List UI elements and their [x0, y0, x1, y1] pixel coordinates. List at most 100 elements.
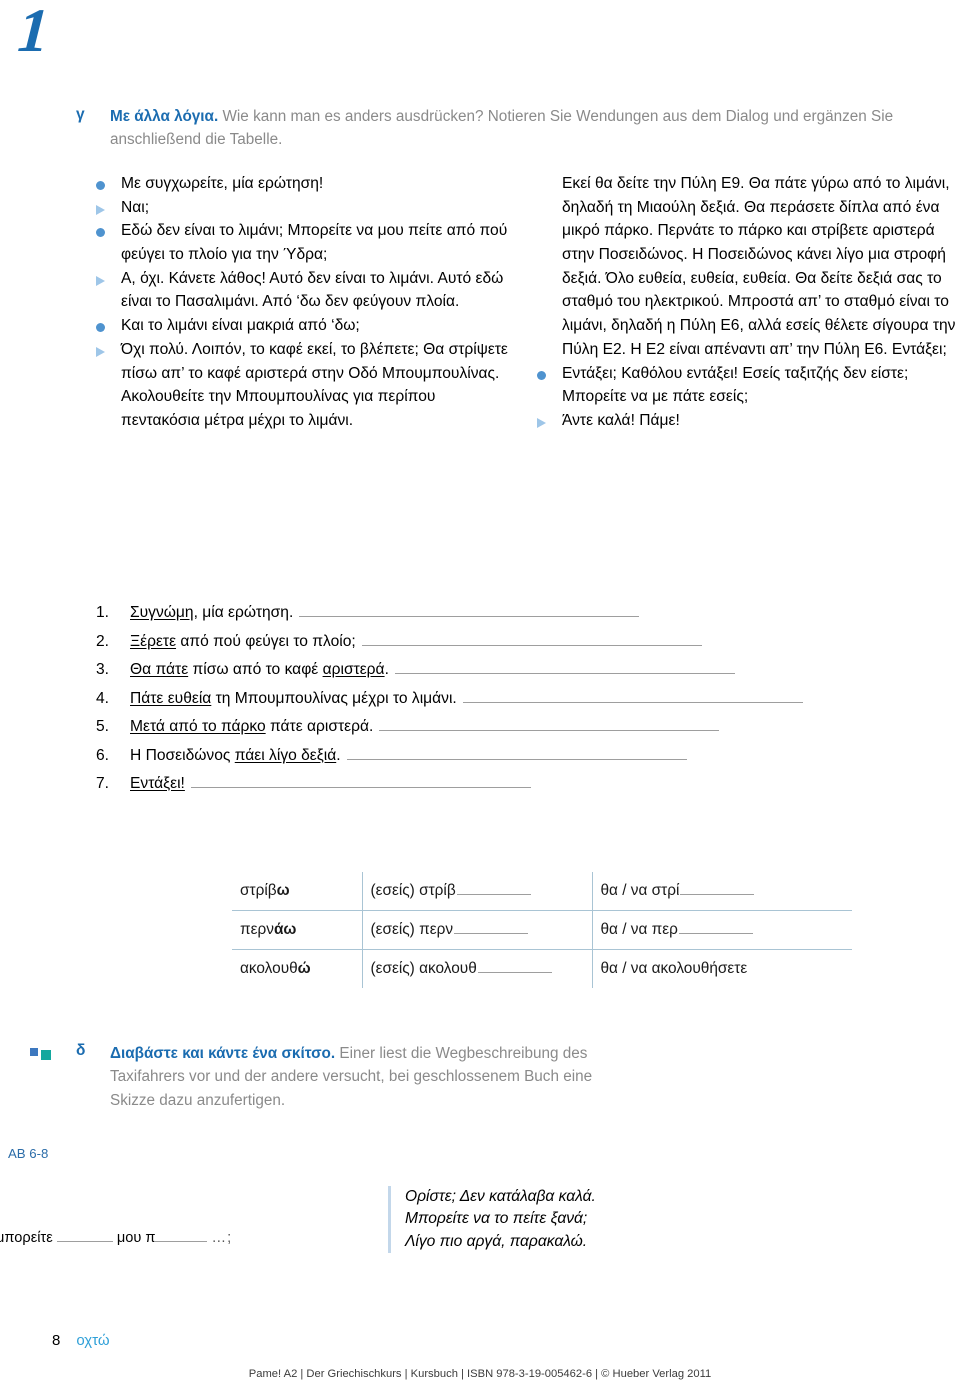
present-blank[interactable]: [456, 884, 531, 895]
answer-sentence: Εντάξει!: [130, 775, 185, 793]
dialogue-turn: Και το λιμάνι είναι μακριά από ‘δω;: [96, 314, 515, 338]
dialogue-turn-text: Α, όχι. Κάνετε λάθος! Αυτό δεν είναι το …: [121, 269, 504, 311]
answer-underlined: Εντάξει!: [130, 775, 185, 792]
future-blank[interactable]: [678, 923, 753, 934]
verb-present-cell: (εσείς) ακολουθ: [362, 949, 593, 988]
present-blank[interactable]: [477, 962, 552, 973]
answer-underlined: Θα πάτε: [130, 661, 189, 678]
bullet-triangle-icon: [96, 196, 121, 215]
answer-rest: τη Μπουμπουλίνας μέχρι το λιμάνι.: [211, 689, 457, 707]
answer-rest: από πού φεύγει το πλοίο;: [176, 632, 356, 650]
dialogue-turn-text: Εδώ δεν είναι το λιμάνι; Μπορείτε να μου…: [121, 222, 508, 264]
bullet-dot-icon: [96, 172, 121, 190]
answer-sentence: Η Ποσειδώνος πάει λίγο δεξιά.: [130, 747, 341, 765]
dialogue-column-right: Εκεί θα δείτε την Πύλη Ε9. Θα πάτε γύρω …: [537, 172, 956, 433]
answer-rest: πάτε αριστερά.: [265, 718, 374, 735]
answer-sentence: Ξέρετε από πού φεύγει το πλοίο;: [130, 633, 356, 651]
answer-underlined: Συγνώμη: [130, 604, 194, 621]
answer-sentence: Μετά από το πάρκο πάτε αριστερά.: [130, 718, 373, 736]
speech-line: Μπορείτε να το πείτε ξανά;: [405, 1210, 588, 1228]
page-footer: 8 οχτώ: [52, 1332, 110, 1349]
dialogue-block: Με συγχωρείτε, μία ερώτηση! Ναι; Εδώ δεν…: [96, 172, 956, 433]
fill-dots: …;: [211, 1230, 233, 1246]
answer-sentence: Θα πάτε πίσω από το καφέ αριστερά.: [130, 661, 389, 679]
dialogue-turn-text: Άντε καλά! Πάμε!: [562, 411, 680, 429]
verb-stem: ακολουθ: [240, 960, 298, 977]
verb-future-cell: θα / να στρί: [592, 872, 852, 911]
exercise-gamma: γ Με άλλα λόγια. Wie kann man es anders …: [76, 106, 956, 151]
fill-blank-2[interactable]: [155, 1232, 208, 1242]
dialogue-turn-text: Και το λιμάνι είναι μακριά από ‘δω;: [121, 317, 360, 335]
bullet-dot-icon: [96, 219, 121, 238]
answer-rest: Η Ποσειδώνος: [130, 746, 235, 764]
future-blank[interactable]: [680, 884, 755, 895]
answer-index: 3.: [96, 661, 110, 678]
table-row: περνάω (εσείς) περν θα / να περ: [232, 910, 852, 950]
numbered-answer-row: 2. Ξέρετε από πού φεύγει το πλοίο;: [96, 633, 936, 651]
answer-index: 2.: [96, 632, 110, 650]
answer-sentence: Πάτε ευθεία τη Μπουμπουλίνας μέχρι το λι…: [130, 690, 457, 708]
present-prefix: (εσείς) ακολουθ: [370, 960, 477, 977]
answer-rest-2: .: [384, 661, 389, 678]
dialogue-turn: Εκεί θα δείτε την Πύλη Ε9. Θα πάτε γύρω …: [537, 172, 956, 362]
answer-write-line[interactable]: [299, 608, 640, 617]
fill-word-2: μου π: [116, 1230, 156, 1246]
exercise-delta-instruction: Διαβάστε και κάντε ένα σκίτσο. Einer lie…: [110, 1042, 636, 1112]
answer-rest: , μία ερώτηση.: [193, 604, 294, 621]
fill-blank-1[interactable]: [56, 1232, 113, 1242]
future-prefix: θα / να περ: [600, 921, 678, 938]
page-number-word: οχτώ: [76, 1332, 110, 1349]
verb-infinitive-cell: περνάω: [232, 910, 363, 950]
verb-present-cell: (εσείς) στρίβ: [362, 872, 593, 911]
answer-underlined-2: αριστερά: [322, 661, 385, 678]
answer-index: 5.: [96, 718, 110, 735]
answer-write-line[interactable]: [394, 665, 735, 674]
dialogue-turn: Ναι;: [96, 196, 515, 220]
answer-underlined: Μετά από το πάρκο: [130, 718, 266, 735]
chapter-number: 1: [15, 0, 50, 65]
page-number: 8: [52, 1332, 61, 1349]
verb-ending: ω: [276, 882, 290, 899]
verb-stem: περν: [240, 921, 274, 938]
answer-write-line[interactable]: [346, 751, 687, 760]
numbered-answer-row: 4. Πάτε ευθεία τη Μπουμπουλίνας μέχρι το…: [96, 690, 936, 708]
fill-word-1: μπορείτε: [0, 1230, 53, 1246]
exercise-delta-letter: δ: [76, 1042, 86, 1059]
verb-ending: ώ: [297, 960, 311, 977]
numbered-answer-row: 7. Εντάξει!: [96, 775, 936, 793]
answer-index: 4.: [96, 689, 110, 707]
numbered-answer-row: 3. Θα πάτε πίσω από το καφέ αριστερά.: [96, 661, 936, 679]
dialogue-turn-text: Ναι;: [121, 198, 150, 216]
instruction-greek-title: Διαβάστε και κάντε ένα σκίτσο.: [110, 1045, 336, 1062]
dialogue-turn: Α, όχι. Κάνετε λάθος! Αυτό δεν είναι το …: [96, 267, 515, 314]
dialogue-turn: Με συγχωρείτε, μία ερώτηση!: [96, 172, 515, 196]
bullet-triangle-icon: [96, 338, 121, 357]
answer-index: 1.: [96, 604, 110, 621]
imprint-line: Pame! A2 | Der Griechischkurs | Kursbuch…: [248, 1368, 712, 1380]
answer-write-line[interactable]: [361, 637, 702, 646]
instruction-german-text: Wie kann man es anders ausdrücken? Notie…: [110, 108, 894, 148]
answer-index: 7.: [96, 775, 110, 792]
present-blank[interactable]: [454, 923, 529, 934]
answer-sentence: Συγνώμη, μία ερώτηση.: [130, 604, 293, 622]
speech-phrases-box: Ορίστε; Δεν κατάλαβα καλά. Μπορείτε να τ…: [388, 1186, 596, 1254]
answer-rest-2: .: [336, 746, 341, 764]
speech-line: Ορίστε; Δεν κατάλαβα καλά.: [405, 1188, 596, 1205]
verb-future-cell: θα / να ακολουθήσετε: [592, 950, 852, 989]
answer-index: 6.: [96, 746, 110, 764]
answer-write-line[interactable]: [190, 779, 531, 788]
future-prefix: θα / να στρί: [600, 882, 680, 899]
present-prefix: (εσείς) περν: [370, 921, 454, 938]
numbered-answer-row: 1. Συγνώμη, μία ερώτηση.: [96, 604, 936, 622]
verb-future-cell: θα / να περ: [592, 910, 852, 950]
dialogue-turn: Εδώ δεν είναι το λιμάνι; Μπορείτε να μου…: [96, 219, 515, 266]
answer-write-line[interactable]: [462, 694, 803, 703]
dialogue-turn-text: Όχι πολύ. Λοιπόν, το καφέ εκεί, το βλέπε…: [121, 340, 508, 429]
bullet-triangle-icon: [537, 409, 562, 428]
answer-write-line[interactable]: [379, 722, 720, 731]
bottom-fill-phrase: μπορείτε μου π …;: [0, 1230, 232, 1246]
present-prefix: (εσείς) στρίβ: [370, 882, 456, 899]
bullet-triangle-icon: [96, 267, 121, 286]
future-answer: θα / να ακολουθήσετε: [600, 960, 748, 977]
conjugation-table: στρίβω (εσείς) στρίβ θα / να στρί περνάω…: [232, 872, 852, 988]
